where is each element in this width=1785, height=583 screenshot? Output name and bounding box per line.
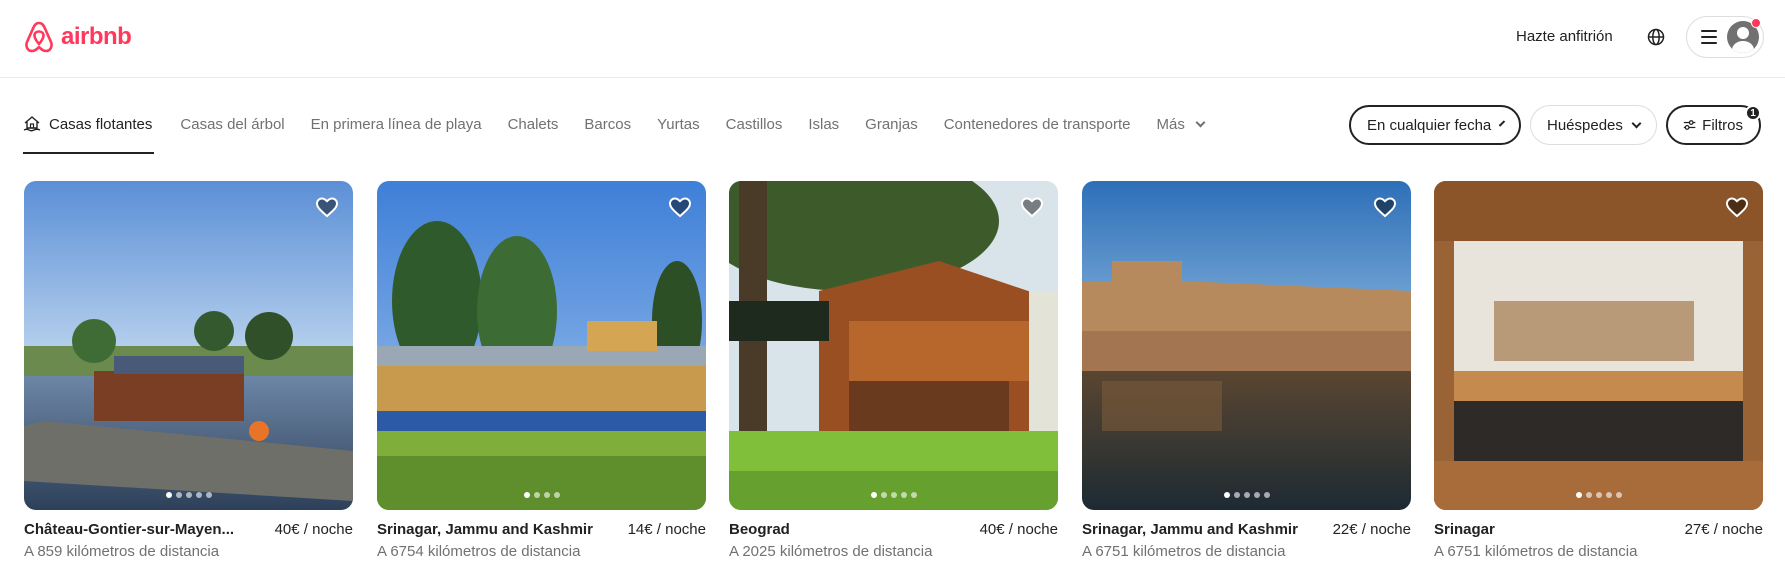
- airbnb-logo[interactable]: airbnb: [23, 20, 132, 54]
- category-label: Casas flotantes: [49, 116, 153, 133]
- listing-card[interactable]: Srinagar 27€ / noche A 6751 kilómetros d…: [1434, 181, 1763, 562]
- listing-distance: A 2025 kilómetros de distancia: [729, 543, 933, 560]
- guests-filter-label: Huéspedes: [1547, 116, 1623, 134]
- heart-icon[interactable]: [668, 195, 692, 219]
- listing-card[interactable]: Beograd 40€ / noche A 2025 kilómetros de…: [729, 181, 1058, 562]
- photo-carousel-dots[interactable]: [1223, 492, 1270, 498]
- category-label: Contenedores de transporte: [943, 116, 1131, 133]
- listing-price: 22€ / noche: [1332, 521, 1411, 538]
- airbnb-logo-icon: [25, 21, 53, 53]
- listing-photo[interactable]: [377, 181, 706, 510]
- top-header: airbnb Hazte anfitrión: [0, 0, 1785, 78]
- chevron-down-icon: [1631, 118, 1642, 128]
- host-link[interactable]: Hazte anfitrión: [1516, 28, 1613, 45]
- category-label: En primera línea de playa: [310, 116, 482, 133]
- listing-photo[interactable]: [1434, 181, 1763, 510]
- category-contenedores[interactable]: Contenedores de transporte: [944, 98, 1131, 154]
- airbnb-wordmark: airbnb: [61, 23, 132, 50]
- photo-carousel-dots[interactable]: [523, 492, 560, 498]
- heart-icon[interactable]: [1020, 195, 1044, 219]
- category-label: Granjas: [865, 116, 918, 133]
- chevron-down-icon: [1195, 117, 1206, 128]
- guests-filter-button[interactable]: Huéspedes: [1530, 105, 1657, 145]
- menu-icon: [1701, 30, 1717, 44]
- category-islas[interactable]: Islas: [808, 98, 839, 154]
- category-label: Casas del árbol: [180, 116, 285, 133]
- photo-carousel-dots[interactable]: [165, 492, 212, 498]
- photo-carousel-dots[interactable]: [1575, 492, 1622, 498]
- category-label: Yurtas: [657, 116, 700, 133]
- listing-distance: A 6754 kilómetros de distancia: [377, 543, 581, 560]
- category-primera-linea-playa[interactable]: En primera línea de playa: [311, 98, 482, 154]
- category-bar: Casas flotantes Casas del árbol En prime…: [23, 98, 1230, 154]
- listing-card[interactable]: Château-Gontier-sur-Mayen... 40€ / noche…: [24, 181, 353, 562]
- listing-card[interactable]: Srinagar, Jammu and Kashmir 14€ / noche …: [377, 181, 706, 562]
- listing-title: Srinagar, Jammu and Kashmir: [1082, 521, 1298, 538]
- listing-price: 27€ / noche: [1684, 521, 1763, 538]
- listing-card[interactable]: Srinagar, Jammu and Kashmir 22€ / noche …: [1082, 181, 1411, 562]
- listing-price: 40€ / noche: [274, 521, 353, 538]
- category-granjas[interactable]: Granjas: [865, 98, 918, 154]
- category-casas-flotantes[interactable]: Casas flotantes: [23, 98, 155, 154]
- sliders-icon: [1683, 120, 1696, 130]
- listing-price: 40€ / noche: [979, 521, 1058, 538]
- listing-distance: A 6751 kilómetros de distancia: [1082, 543, 1286, 560]
- listing-title: Beograd: [729, 521, 790, 538]
- category-label: Islas: [808, 116, 840, 133]
- listing-title: Srinagar, Jammu and Kashmir: [377, 521, 593, 538]
- category-yurtas[interactable]: Yurtas: [657, 98, 700, 154]
- filters-count-badge: 1: [1745, 105, 1761, 121]
- category-chalets[interactable]: Chalets: [508, 98, 559, 154]
- listing-title: Château-Gontier-sur-Mayen...: [24, 521, 235, 538]
- listing-price: 14€ / noche: [627, 521, 706, 538]
- date-filter-label: En cualquier fecha: [1367, 116, 1492, 134]
- houseboat-icon: [23, 116, 41, 132]
- category-label: Chalets: [507, 116, 559, 133]
- listing-distance: A 6751 kilómetros de distancia: [1434, 543, 1638, 560]
- listing-photo[interactable]: [24, 181, 353, 510]
- user-menu-button[interactable]: [1686, 16, 1764, 58]
- notification-dot: [1751, 18, 1761, 28]
- category-label: Barcos: [584, 116, 632, 133]
- chevron-down-icon: [1499, 119, 1506, 127]
- listing-photo[interactable]: [729, 181, 1058, 510]
- heart-icon[interactable]: [315, 195, 339, 219]
- category-castillos[interactable]: Castillos: [726, 98, 783, 154]
- heart-icon[interactable]: [1373, 195, 1397, 219]
- listing-distance: A 859 kilómetros de distancia: [24, 543, 220, 560]
- filters-label: Filtros: [1702, 116, 1743, 134]
- globe-icon[interactable]: [1646, 27, 1666, 47]
- listing-title: Srinagar: [1434, 521, 1495, 538]
- category-more-dropdown[interactable]: Más: [1156, 98, 1206, 154]
- category-barcos[interactable]: Barcos: [584, 98, 631, 154]
- category-label: Más: [1156, 116, 1185, 133]
- category-label: Castillos: [725, 116, 783, 133]
- listing-photo[interactable]: [1082, 181, 1411, 510]
- category-casas-del-arbol[interactable]: Casas del árbol: [180, 98, 284, 154]
- date-filter-button[interactable]: En cualquier fecha: [1349, 105, 1521, 145]
- heart-icon[interactable]: [1725, 195, 1749, 219]
- photo-carousel-dots[interactable]: [870, 492, 917, 498]
